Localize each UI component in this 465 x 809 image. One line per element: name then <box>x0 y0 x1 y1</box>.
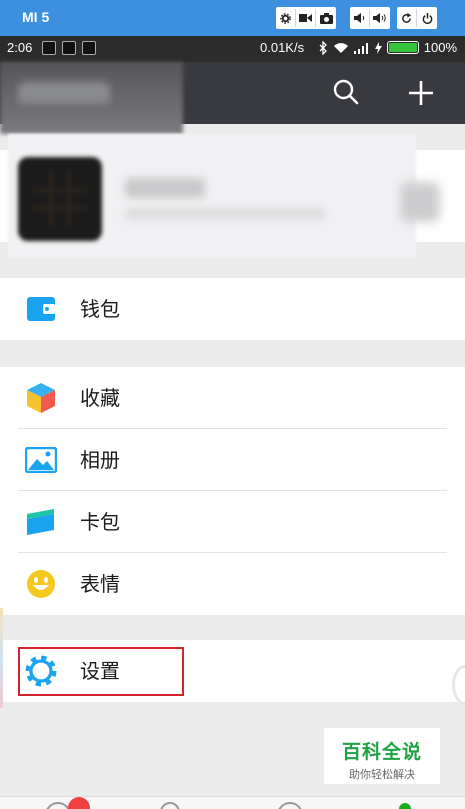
settings-icon[interactable] <box>276 9 296 27</box>
card-wallet-icon <box>25 506 57 538</box>
menu-label-wallet: 钱包 <box>80 297 120 321</box>
emulator-toolbar: MI 5 <box>0 0 465 36</box>
tab-discover-icon[interactable] <box>277 802 303 809</box>
album-icon <box>25 444 57 476</box>
watermark-title: 百科全说 <box>341 741 422 763</box>
menu-label-favorites: 收藏 <box>80 386 120 410</box>
status-bar: 2:06 0.01K/s 100% <box>0 36 465 62</box>
usb-notification-icon <box>42 41 56 55</box>
camera-icon[interactable] <box>316 9 336 27</box>
redacted-title <box>18 82 110 104</box>
battery-percent: 100% <box>423 40 457 55</box>
volume-up-icon[interactable] <box>370 9 390 27</box>
capture-controls <box>276 7 336 29</box>
terminal-notification-icon <box>82 41 96 55</box>
baike-watermark: 百科全说 助你轻松解决 <box>324 728 440 784</box>
rotate-icon[interactable] <box>397 9 417 27</box>
wallet-section: 钱包 <box>0 278 465 340</box>
status-icons: 100% <box>319 40 457 55</box>
charging-icon <box>374 41 382 54</box>
device-name: MI 5 <box>22 9 50 25</box>
wallet-icon <box>25 293 57 325</box>
volume-down-icon[interactable] <box>350 9 370 27</box>
edge-decoration <box>0 608 3 708</box>
signal-icon <box>353 42 368 54</box>
network-speed: 0.01K/s <box>260 40 305 55</box>
tab-me-icon[interactable] <box>399 803 411 809</box>
qr-code-icon[interactable] <box>400 182 440 222</box>
menu-item-album[interactable]: 相册 <box>0 429 465 491</box>
redacted-account-id <box>125 208 325 220</box>
bluetooth-icon <box>319 40 327 55</box>
avatar[interactable] <box>18 157 102 241</box>
menu-item-wallet[interactable]: 钱包 <box>0 278 465 340</box>
power-controls <box>397 7 437 29</box>
settings-highlight-annotation <box>18 647 184 696</box>
tab-contacts-icon[interactable] <box>160 802 180 809</box>
power-icon[interactable] <box>417 9 437 27</box>
wifi-icon <box>333 42 348 53</box>
redacted-nickname <box>125 178 205 198</box>
video-icon[interactable] <box>296 9 316 27</box>
menu-item-favorites[interactable]: 收藏 <box>0 367 465 429</box>
add-icon[interactable] <box>408 80 434 106</box>
battery-icon <box>386 41 419 54</box>
menu-item-cards[interactable]: 卡包 <box>0 491 465 553</box>
menu-label-album: 相册 <box>80 448 120 472</box>
volume-controls <box>350 7 390 29</box>
favorites-cube-icon <box>25 382 57 414</box>
menu-label-stickers: 表情 <box>80 572 120 596</box>
android-notification-icon <box>62 41 76 55</box>
menu-label-cards: 卡包 <box>80 510 120 534</box>
smiley-icon <box>25 568 57 600</box>
search-icon[interactable] <box>333 79 359 105</box>
watermark-subtitle: 助你轻松解决 <box>349 768 415 781</box>
features-section: 收藏 相册 卡包 表情 <box>0 367 465 615</box>
status-time: 2:06 <box>7 40 33 55</box>
menu-item-stickers[interactable]: 表情 <box>0 553 465 615</box>
